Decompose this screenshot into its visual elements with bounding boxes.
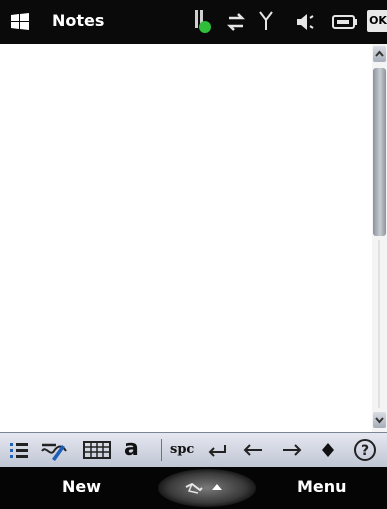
data-connection-icon[interactable] xyxy=(225,8,247,36)
input-panel-icon xyxy=(185,482,222,494)
chevron-up-icon xyxy=(375,50,384,57)
handwriting-icon[interactable] xyxy=(40,437,68,463)
volume-icon[interactable] xyxy=(293,8,315,36)
left-arrow-icon[interactable] xyxy=(241,437,265,463)
toolbar-separator xyxy=(161,439,162,461)
ok-button[interactable]: OK xyxy=(367,10,387,32)
battery-icon[interactable] xyxy=(192,8,212,36)
signal-icon[interactable] xyxy=(257,8,275,36)
chevron-down-icon xyxy=(375,417,384,424)
softkey-bar: New Menu xyxy=(0,467,387,509)
menu-softkey[interactable]: Menu xyxy=(297,477,347,496)
diamond-icon[interactable] xyxy=(318,437,338,463)
list-format-icon[interactable] xyxy=(8,437,30,463)
keypad-icon[interactable] xyxy=(82,437,112,463)
help-icon[interactable]: ? xyxy=(352,437,378,463)
title-bar: Notes OK xyxy=(0,0,387,44)
letter-a-icon[interactable]: a xyxy=(124,437,139,463)
right-arrow-icon[interactable] xyxy=(280,437,304,463)
scroll-thumb[interactable] xyxy=(373,68,386,236)
input-toolbar: a spc ? xyxy=(0,432,387,467)
note-canvas[interactable] xyxy=(0,44,372,432)
scroll-up-button[interactable] xyxy=(373,46,386,62)
scroll-down-button[interactable] xyxy=(373,412,386,428)
new-softkey[interactable]: New xyxy=(62,477,101,496)
battery-level-icon[interactable] xyxy=(331,8,359,36)
svg-text:?: ? xyxy=(361,443,369,459)
scroll-track xyxy=(378,240,380,408)
vertical-scrollbar[interactable] xyxy=(372,44,387,432)
app-title: Notes xyxy=(52,11,105,30)
enter-icon[interactable] xyxy=(205,437,229,463)
windows-start-icon[interactable] xyxy=(8,10,32,34)
space-key[interactable]: spc xyxy=(170,437,194,463)
input-panel-button[interactable] xyxy=(158,469,256,507)
